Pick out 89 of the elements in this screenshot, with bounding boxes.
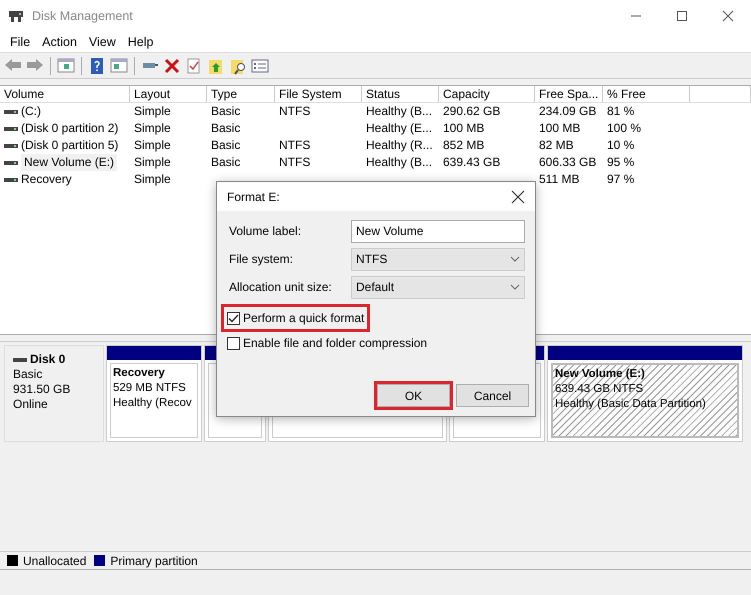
- legend-label: Primary partition: [110, 552, 198, 570]
- drive-name[interactable]: (Disk 0 partition 5): [21, 137, 118, 154]
- drive-name[interactable]: (C:): [21, 103, 41, 120]
- drive-name[interactable]: New Volume (E:): [21, 154, 118, 171]
- table-cell: 852 MB: [443, 138, 484, 152]
- partition-name: Recovery: [113, 366, 166, 381]
- close-button[interactable]: [511, 190, 525, 204]
- drive-name[interactable]: Recovery: [21, 171, 72, 188]
- field-label: File system:: [229, 251, 294, 268]
- disk-detail: 931.50 GB: [13, 382, 72, 397]
- partition-block[interactable]: New Volume (E:) 639.43 GB NTFS Healthy (Basic Data Partition): [547, 345, 743, 442]
- table-cell: 234.09 GB: [539, 104, 596, 118]
- table-cell: Simple: [134, 138, 171, 152]
- checkbox[interactable]: Perform a quick format: [224, 307, 368, 329]
- disk-detail: Online: [13, 397, 49, 412]
- menu-item[interactable]: Help: [122, 32, 160, 52]
- delete-icon[interactable]: [163, 56, 181, 74]
- drive-icon: [4, 142, 18, 148]
- table-cell: Simple: [134, 121, 171, 135]
- dialog-button[interactable]: OK: [377, 384, 450, 407]
- table-cell: 100 %: [607, 121, 642, 135]
- field-label: Volume label:: [229, 223, 302, 240]
- chevron-icon: [510, 284, 520, 290]
- partition-name: New Volume (E:): [555, 367, 646, 382]
- drive-icon: [4, 108, 18, 114]
- table-cell: 606.33 GB: [539, 155, 596, 169]
- table-cell: NTFS: [279, 138, 310, 152]
- table-cell: Simple: [134, 155, 171, 169]
- chevron-icon: [510, 256, 520, 262]
- table-cell: 100 MB: [443, 121, 484, 135]
- action-pane-icon[interactable]: [110, 56, 128, 74]
- column-header[interactable]: Volume: [0, 86, 130, 102]
- table-cell: 81 %: [607, 104, 634, 118]
- column-header[interactable]: Type: [207, 86, 275, 102]
- partition-size: 639.43 GB NTFS: [555, 382, 644, 397]
- table-cell: 639.43 GB: [443, 155, 500, 169]
- input-field[interactable]: New Volume: [351, 220, 525, 242]
- disk-detail: Basic: [13, 367, 44, 382]
- dialog-button[interactable]: Cancel: [456, 384, 529, 407]
- dropdown[interactable]: NTFS: [351, 248, 525, 270]
- dropdown[interactable]: Default: [351, 276, 525, 298]
- menu-item[interactable]: Action: [36, 32, 83, 52]
- console-tree-icon[interactable]: [57, 56, 75, 74]
- table-cell: NTFS: [279, 155, 310, 169]
- column-header[interactable]: % Free: [603, 86, 690, 102]
- table-cell: Healthy (B...: [366, 155, 432, 169]
- drive-icon: [4, 160, 18, 166]
- drive-icon: [4, 126, 18, 132]
- table-cell: 290.62 GB: [443, 104, 500, 118]
- column-header[interactable]: Status: [362, 86, 439, 102]
- column-header[interactable]: File System: [275, 86, 362, 102]
- table-cell: Basic: [211, 104, 240, 118]
- partition-block[interactable]: Recovery 529 MB NTFS Healthy (Recov: [106, 345, 202, 442]
- disk-drive-icon: [8, 9, 24, 23]
- drive-icon: [13, 356, 27, 362]
- table-cell: Basic: [211, 155, 240, 169]
- table-cell: Simple: [134, 172, 171, 186]
- table-cell: 95 %: [607, 155, 634, 169]
- drive-icon: [4, 176, 18, 182]
- column-header[interactable]: Layout: [130, 86, 207, 102]
- dialog-title: Format E:: [227, 188, 280, 206]
- field-label: Allocation unit size:: [229, 279, 333, 296]
- menu-item[interactable]: View: [82, 32, 122, 52]
- table-cell: Simple: [134, 104, 171, 118]
- window-title: Disk Management: [32, 8, 133, 25]
- table-cell: Healthy (R...: [366, 138, 433, 152]
- partition-size: 529 MB NTFS: [113, 381, 187, 396]
- table-cell: NTFS: [279, 104, 310, 118]
- disk-name: Disk 0: [30, 352, 66, 367]
- checkbox[interactable]: Enable file and folder compression: [224, 332, 430, 354]
- list-view-icon[interactable]: [251, 56, 269, 74]
- table-cell: 511 MB: [539, 172, 580, 186]
- table-cell: 97 %: [607, 172, 634, 186]
- table-cell: Basic: [211, 121, 240, 135]
- partition-status: Healthy (Recov: [113, 396, 193, 411]
- table-cell: 100 MB: [539, 121, 580, 135]
- column-header[interactable]: Capacity: [439, 86, 535, 102]
- table-cell: Basic: [211, 138, 240, 152]
- partition-status: Healthy (Basic Data Partition): [555, 397, 707, 412]
- help-icon[interactable]: [88, 56, 106, 74]
- menu-item[interactable]: File: [4, 32, 36, 52]
- table-cell: 10 %: [607, 138, 634, 152]
- drive-name[interactable]: (Disk 0 partition 2): [21, 120, 118, 137]
- legend-label: Unallocated: [23, 552, 86, 570]
- table-cell: 82 MB: [539, 138, 574, 152]
- column-header[interactable]: Free Spa...: [535, 86, 603, 102]
- table-cell: Healthy (B...: [366, 104, 432, 118]
- table-cell: Healthy (E...: [366, 121, 432, 135]
- check-icon: [228, 314, 239, 322]
